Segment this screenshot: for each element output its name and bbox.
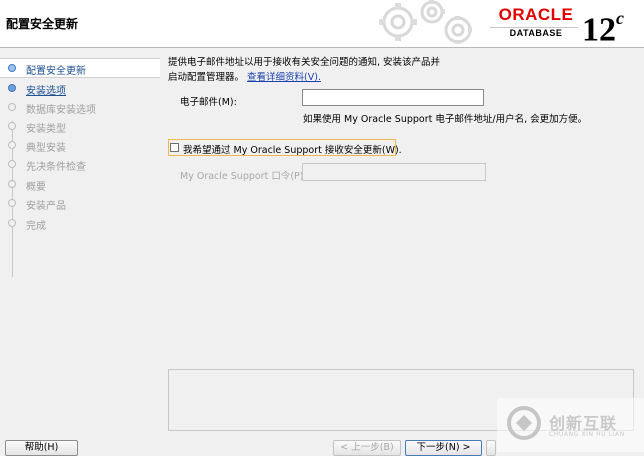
version-suffix: c — [616, 8, 624, 28]
partial-button — [486, 440, 496, 456]
security-updates-option[interactable]: 我希望通过 My Oracle Support 接收安全更新(W). — [168, 139, 402, 156]
step-install-product: 安装产品 — [0, 194, 160, 212]
oracle-brand-text: ORACLE — [498, 5, 574, 24]
email-field[interactable] — [302, 89, 484, 106]
intro-text: 提供电子邮件地址以用于接收有关安全问题的通知, 安装该产品并 启动配置管理器。 … — [168, 55, 468, 85]
step-label: 概要 — [26, 182, 46, 193]
password-field — [302, 163, 486, 181]
step-indicator-icon — [8, 199, 16, 207]
step-indicator-icon — [8, 103, 16, 111]
step-label: 安装类型 — [26, 124, 66, 135]
header-banner: 配置安全更新 ORACLE DATABASE 12c — [0, 0, 644, 48]
step-install-type: 安装类型 — [0, 117, 160, 135]
step-indicator-icon — [8, 84, 16, 92]
oracle-logo: ORACLE DATABASE — [490, 5, 582, 39]
step-label: 安装产品 — [26, 201, 66, 212]
intro-line-2: 启动配置管理器。 查看详细资料(V). — [168, 70, 468, 85]
steps-sidebar: 配置安全更新 安装选项 数据库安装选项 安装类型 典型安装 先决条件检查 概要 … — [0, 55, 160, 435]
email-hint: 如果使用 My Oracle Support 电子邮件地址/用户名, 会更加方便… — [303, 114, 588, 125]
step-indicator-icon — [8, 180, 16, 188]
oracle-product-text: DATABASE — [509, 28, 563, 38]
watermark: 创新互联 CHUANG XIN HU LIAN — [497, 398, 644, 452]
next-button[interactable]: 下一步(N) > — [405, 440, 482, 456]
step-finish: 完成 — [0, 214, 160, 232]
details-link[interactable]: 查看详细资料(V). — [247, 72, 321, 83]
step-label: 配置安全更新 — [26, 66, 86, 77]
step-indicator-icon — [8, 219, 16, 227]
step-configure-security-updates[interactable]: 配置安全更新 — [0, 58, 160, 78]
step-label: 完成 — [26, 221, 46, 232]
step-summary: 概要 — [0, 175, 160, 193]
gears-decoration-icon — [379, 0, 472, 44]
step-indicator-icon — [8, 122, 16, 130]
back-button: < 上一步(B) — [333, 440, 401, 456]
step-label: 典型安装 — [26, 143, 66, 154]
help-button[interactable]: 帮助(H) — [5, 440, 78, 456]
version-number: 12 — [582, 11, 616, 48]
security-updates-label: 我希望通过 My Oracle Support 接收安全更新(W). — [183, 145, 402, 156]
step-label: 安装选项 — [26, 86, 66, 97]
logo-divider — [490, 27, 578, 28]
password-label: My Oracle Support 口令(P): — [180, 171, 307, 182]
step-indicator-icon — [8, 160, 16, 168]
watermark-en-text: CHUANG XIN HU LIAN — [549, 431, 625, 438]
step-typical-install: 典型安装 — [0, 136, 160, 154]
step-label: 数据库安装选项 — [26, 105, 96, 116]
page-title: 配置安全更新 — [6, 17, 79, 31]
step-prerequisite-checks: 先决条件检查 — [0, 155, 160, 173]
security-updates-checkbox[interactable] — [170, 143, 179, 152]
step-indicator-icon — [8, 64, 16, 72]
email-label: 电子邮件(M): — [180, 97, 237, 108]
watermark-logo-icon — [507, 406, 541, 440]
version-badge: 12c — [582, 4, 624, 48]
intro-line-2-text: 启动配置管理器。 — [168, 72, 245, 83]
intro-line-1: 提供电子邮件地址以用于接收有关安全问题的通知, 安装该产品并 — [168, 57, 441, 68]
step-database-install-option: 数据库安装选项 — [0, 98, 160, 116]
step-indicator-icon — [8, 141, 16, 149]
step-installation-option[interactable]: 安装选项 — [0, 79, 160, 97]
step-label: 先决条件检查 — [26, 162, 86, 173]
